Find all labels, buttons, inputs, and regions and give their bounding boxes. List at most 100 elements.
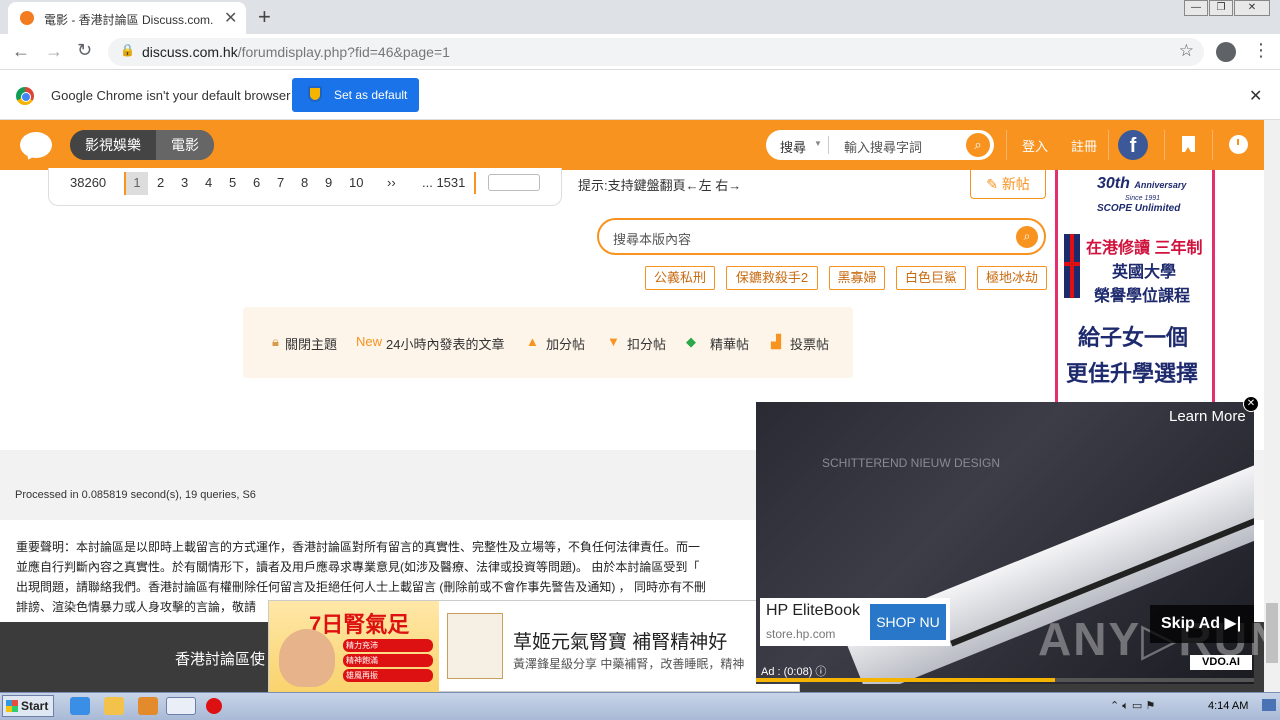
profile-avatar-icon[interactable] [1216, 42, 1236, 62]
ad-headline: 草姬元氣腎寶 補腎精神好 [513, 632, 728, 653]
tray-icons[interactable]: ⌃ 🔈︎ ▭ ⚑ [1110, 699, 1155, 713]
history-clock-icon[interactable] [1229, 135, 1248, 154]
board-search[interactable]: 搜尋本版內容 ⌕ [597, 218, 1046, 255]
start-button[interactable]: Start [2, 695, 54, 717]
page-link[interactable]: 3 [181, 175, 188, 190]
address-bar[interactable]: 🔒 discuss.com.hk/forumdisplay.php?fid=46… [108, 38, 1204, 66]
minimize-button[interactable]: — [1184, 0, 1208, 16]
page-link[interactable]: 2 [157, 175, 164, 190]
thumbs-up-icon: ▲ [526, 334, 539, 349]
footer-link[interactable]: 香港討論區使 [175, 648, 265, 669]
shop-now-button[interactable]: SHOP NU [870, 604, 946, 640]
poll-icon: ▟ [771, 334, 781, 349]
menu-kebab-icon[interactable]: ⋮ [1252, 40, 1270, 61]
legend-new: 24小時內發表的文章 [386, 337, 505, 352]
chrome-logo-icon [16, 87, 34, 105]
page-link[interactable]: 10 [349, 175, 363, 190]
login-link[interactable]: 登入 [1022, 136, 1048, 155]
new-tab-icon[interactable]: + [258, 4, 271, 30]
bookmark-icon[interactable] [1182, 136, 1195, 152]
reload-icon[interactable]: ↻ [77, 40, 92, 61]
vdo-logo: VDO.AI [1190, 655, 1252, 670]
search-icon[interactable]: ⌕ [966, 133, 990, 157]
breadcrumb: 影視娛樂 電影 [70, 130, 214, 160]
ad-domain: store.hp.com [766, 627, 836, 641]
facebook-icon[interactable]: f [1118, 130, 1148, 160]
header-search-input[interactable]: 輸入搜尋字詞 [844, 137, 922, 156]
tab-close-icon[interactable]: ✕ [224, 8, 237, 28]
url-text: discuss.com.hk/forumdisplay.php?fid=46&p… [142, 44, 450, 60]
legend-closed: 關閉主題 [285, 337, 338, 352]
register-link[interactable]: 註冊 [1071, 136, 1097, 155]
board-search-input[interactable]: 搜尋本版內容 [613, 229, 691, 248]
page-link[interactable]: 7 [277, 175, 284, 190]
new-post-button[interactable]: ✎ 新帖 [970, 168, 1046, 199]
infobar-close-icon[interactable]: ✕ [1249, 86, 1262, 106]
page-link[interactable]: 5 [229, 175, 236, 190]
legend-digest: 精華帖 [710, 337, 750, 352]
media-player-icon[interactable] [138, 697, 158, 715]
scrollbar-thumb[interactable] [1266, 603, 1278, 663]
skip-ad-button[interactable]: Skip Ad ▶| [1150, 605, 1254, 643]
site-logo-icon[interactable] [20, 132, 52, 158]
info-icon: ⓘ [815, 666, 827, 678]
page-link[interactable]: 8 [301, 175, 308, 190]
ad-timer: Ad : (0:08) ⓘ [761, 666, 827, 678]
page-link[interactable]: 4 [205, 175, 212, 190]
disclaimer-line: 出現問題，請聯絡我們。香港討論區有權刪除任何留言及拒絕任何人士上載留言 (刪除前… [16, 580, 706, 594]
last-page-link[interactable]: ... 1531 [422, 175, 465, 190]
thread-count: 38260 [70, 175, 107, 190]
tab-title: 電影 - 香港討論區 Discuss.com.hk - [44, 13, 214, 27]
hot-tag[interactable]: 極地冰劫 [977, 266, 1047, 290]
legend-plus: 加分帖 [546, 337, 586, 352]
taskbar-clock: 4:14 AM [1208, 700, 1249, 712]
new-badge: New [356, 334, 383, 349]
bottom-banner-ad[interactable]: 7日腎氣足 精力充沛 精神飽滿 雄風再振 草姬元氣腎寶 補腎精神好 黃澤鋒星級分… [268, 600, 800, 693]
hot-tag[interactable]: 白色巨鯊 [896, 266, 966, 290]
ie-icon[interactable] [70, 697, 90, 715]
ad-anniversary: 30th Anniversary [1097, 175, 1187, 192]
search-type-select[interactable]: 搜尋 [780, 137, 806, 156]
spokesperson-image [279, 629, 335, 687]
infobar-message: Google Chrome isn't your default browser [51, 88, 291, 103]
bookmark-star-icon[interactable]: ☆ [1179, 41, 1194, 61]
alert-icon[interactable] [206, 698, 222, 714]
maximize-button[interactable]: ❐ [1209, 0, 1233, 16]
learn-more-link[interactable]: Learn More [1169, 408, 1246, 425]
pencil-icon: ✎ [986, 176, 1002, 192]
product-box-image [447, 613, 503, 679]
next-page-link[interactable]: ›› [387, 175, 396, 190]
disclaimer-line: 重要聲明：本討論區是以即時上載留言的方式運作，香港討論區對所有留言的真實性、完整… [16, 540, 701, 554]
legend-minus: 扣分帖 [627, 337, 667, 352]
lock-icon: 🔒 [120, 43, 135, 57]
show-desktop-icon[interactable] [1262, 699, 1276, 711]
back-icon[interactable]: ← [12, 41, 30, 62]
thumbs-down-icon: ▼ [607, 334, 620, 349]
hot-tag[interactable]: 公義私刑 [645, 266, 715, 290]
page-jump-input[interactable] [488, 174, 540, 191]
chrome-taskbar-icon[interactable] [166, 697, 196, 715]
browser-tab[interactable]: 電影 - 香港討論區 Discuss.com.hk - ✕ [8, 2, 246, 34]
search-icon[interactable]: ⌕ [1016, 226, 1038, 248]
lock-icon: 🔒︎ [272, 334, 279, 349]
legend-poll: 投票帖 [790, 337, 830, 352]
close-icon[interactable]: ✕ [1243, 396, 1259, 412]
forward-icon[interactable]: → [45, 41, 63, 62]
shield-icon [308, 86, 322, 102]
nav-movies[interactable]: 電影 [156, 130, 214, 160]
close-window-button[interactable]: ✕ [1234, 0, 1270, 16]
chevron-down-icon: ▼ [814, 139, 822, 148]
header-search: 搜尋 ▼ 輸入搜尋字詞 ⌕ [766, 130, 994, 160]
page-link[interactable]: 9 [325, 175, 332, 190]
explorer-folder-icon[interactable] [104, 697, 124, 715]
hot-tag[interactable]: 黑寡婦 [829, 266, 885, 290]
ad-subtext: 黃澤鋒星級分享 中藥補腎，改善睡眠，精神 [513, 657, 745, 671]
gem-icon: ◆ [686, 334, 696, 349]
nav-entertainment[interactable]: 影視娛樂 [70, 130, 156, 160]
video-progress-bar [756, 678, 1254, 682]
page-link[interactable]: 6 [253, 175, 260, 190]
hot-tag[interactable]: 保鑣救殺手2 [726, 266, 818, 290]
keyboard-hint: 提示:支持鍵盤翻頁←左 右→ [578, 178, 742, 193]
favicon-icon [20, 11, 34, 25]
processed-info: Processed in 0.085819 second(s), 19 quer… [15, 489, 256, 501]
